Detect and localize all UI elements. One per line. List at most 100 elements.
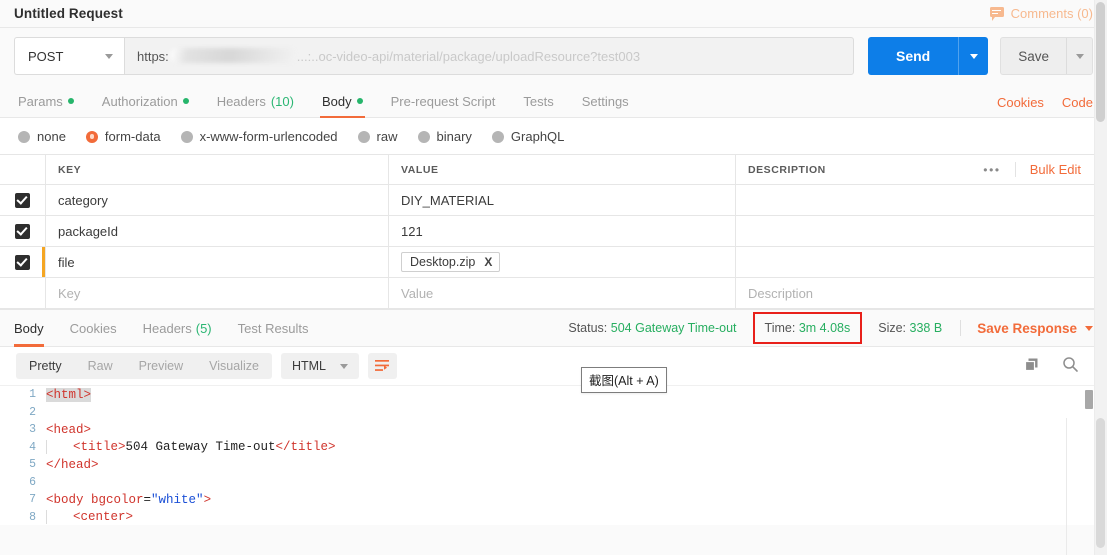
tab-body[interactable]: Body — [308, 85, 377, 118]
row-value-cell[interactable]: DIY_MATERIAL — [389, 185, 736, 215]
line-number: 7 — [29, 493, 36, 507]
response-tab-test-results[interactable]: Test Results — [238, 310, 309, 347]
tab-label: Pre-request Script — [390, 93, 496, 109]
line-number: 4 — [29, 440, 36, 454]
line-number: 5 — [29, 458, 36, 472]
page-title: Untitled Request — [14, 6, 123, 21]
radio-label: raw — [376, 129, 398, 144]
file-chip[interactable]: Desktop.zip X — [401, 252, 501, 272]
header-check-cell — [0, 155, 46, 184]
save-options-button[interactable] — [1066, 38, 1092, 74]
send-button[interactable]: Send — [867, 37, 989, 75]
chevron-down-icon — [105, 53, 113, 59]
method-select[interactable]: POST — [14, 37, 124, 75]
row-key-cell[interactable]: packageId — [46, 216, 389, 246]
row-key-cell[interactable]: file — [46, 247, 389, 277]
body-type-form-data[interactable]: form-data — [85, 129, 161, 144]
response-meta: Status: 504 Gateway Time-out Time: 3m 4.… — [556, 312, 1093, 344]
size-value: 338 B — [909, 321, 943, 335]
request-titlebar: Untitled Request Comments (0) — [0, 0, 1107, 28]
scrollbar-thumb-top[interactable] — [1096, 2, 1105, 122]
response-tab-cookies[interactable]: Cookies — [70, 310, 117, 347]
new-key-input[interactable]: Key — [46, 278, 389, 308]
code-link[interactable]: Code — [1062, 95, 1093, 110]
new-description-input[interactable]: Description — [736, 278, 1107, 308]
radio-label: binary — [436, 129, 472, 144]
table-row[interactable]: file Desktop.zip X — [0, 247, 1107, 278]
copy-button[interactable] — [1024, 357, 1040, 376]
time-highlight-box: Time: 3m 4.08s — [752, 312, 863, 344]
comment-icon — [989, 7, 1004, 21]
view-mode-pretty[interactable]: Pretty — [16, 353, 75, 379]
response-body-editor[interactable]: 1 <html> 2 3 <head> 4 <title>504 Gateway… — [0, 385, 1107, 525]
send-options-button[interactable] — [958, 37, 988, 75]
tab-authorization[interactable]: Authorization — [88, 85, 203, 117]
response-tab-headers[interactable]: Headers (5) — [143, 310, 212, 347]
meta-divider — [960, 320, 962, 336]
body-type-x-www-form-urlencoded[interactable]: x-www-form-urlencoded — [180, 129, 338, 144]
radio-icon — [491, 130, 504, 143]
response-tab-body[interactable]: Body — [14, 310, 44, 347]
body-type-graphql[interactable]: GraphQL — [491, 129, 564, 144]
cookies-link[interactable]: Cookies — [997, 95, 1044, 110]
table-row[interactable]: category DIY_MATERIAL — [0, 185, 1107, 216]
new-value-input[interactable]: Value — [389, 278, 736, 308]
remove-file-icon[interactable]: X — [484, 255, 492, 269]
code-line: 1 <html> — [0, 386, 1107, 404]
word-wrap-button[interactable] — [367, 353, 397, 379]
tab-tests[interactable]: Tests — [509, 85, 567, 117]
code-line: 5 </head> — [0, 456, 1107, 474]
editor-scrollbar-thumb[interactable] — [1085, 390, 1093, 409]
body-type-raw[interactable]: raw — [357, 129, 398, 144]
line-content: <head> — [46, 422, 92, 437]
view-mode-preview[interactable]: Preview — [126, 353, 196, 379]
save-button[interactable]: Save — [1000, 37, 1093, 75]
header-value-cell: VALUE — [389, 155, 736, 184]
modified-dot-icon — [356, 98, 363, 104]
code-line: 8 <center> — [0, 509, 1107, 526]
tab-pre-request-script[interactable]: Pre-request Script — [377, 85, 510, 117]
chevron-down-icon — [1075, 53, 1084, 59]
row-description-cell[interactable] — [736, 247, 1107, 277]
tab-label: Params — [18, 93, 63, 109]
search-button[interactable] — [1062, 356, 1079, 376]
row-description-cell[interactable] — [736, 185, 1107, 215]
chevron-down-icon — [339, 363, 348, 369]
time-value: 3m 4.08s — [798, 321, 851, 335]
header-description-cell: DESCRIPTION ••• Bulk Edit — [736, 155, 1107, 184]
body-type-none[interactable]: none — [18, 129, 66, 144]
row-value-cell[interactable]: Desktop.zip X — [389, 247, 736, 277]
save-response-button[interactable]: Save Response — [967, 321, 1093, 336]
page-scrollbar[interactable] — [1094, 0, 1107, 555]
row-key-cell[interactable]: category — [46, 185, 389, 215]
format-select[interactable]: HTML — [280, 353, 359, 379]
row-checkbox[interactable] — [15, 254, 30, 270]
chevron-down-icon — [1085, 325, 1093, 331]
status-badge: 504 Gateway Time-out — [610, 321, 737, 335]
table-row[interactable]: packageId 121 — [0, 216, 1107, 247]
bulk-edit-button[interactable]: Bulk Edit — [1014, 162, 1081, 177]
body-type-binary[interactable]: binary — [417, 129, 472, 144]
screenshot-tooltip: 截图(Alt + A) — [581, 367, 667, 393]
url-suffix: ...:..oc-video-api/material/package/uplo… — [296, 48, 641, 64]
response-viewer-toolbar: Pretty Raw Preview Visualize HTML — [0, 347, 1107, 385]
row-value-cell[interactable]: 121 — [389, 216, 736, 246]
tab-headers[interactable]: Headers (10) — [203, 85, 308, 117]
table-placeholder-row[interactable]: Key Value Description — [0, 278, 1107, 309]
size-item: Size: 338 B — [866, 321, 954, 335]
table-header-row: KEY VALUE DESCRIPTION ••• Bulk Edit — [0, 155, 1107, 185]
response-bar: Body Cookies Headers (5) Test Results Sta… — [0, 309, 1107, 347]
row-checkbox[interactable] — [15, 223, 30, 239]
scrollbar-thumb-bottom[interactable] — [1096, 418, 1105, 548]
ellipsis-icon[interactable]: ••• — [969, 163, 1014, 177]
row-checkbox[interactable] — [15, 192, 30, 208]
url-input[interactable]: https: ...:..oc-video-api/material/packag… — [124, 37, 854, 75]
comments-button[interactable]: Comments (0) — [989, 6, 1093, 21]
row-description-cell[interactable] — [736, 216, 1107, 246]
view-mode-visualize[interactable]: Visualize — [196, 353, 272, 379]
line-number: 8 — [29, 510, 36, 524]
tab-params[interactable]: Params — [14, 85, 88, 117]
tab-settings[interactable]: Settings — [568, 85, 643, 117]
size-label: Size: — [878, 321, 907, 335]
view-mode-raw[interactable]: Raw — [75, 353, 126, 379]
